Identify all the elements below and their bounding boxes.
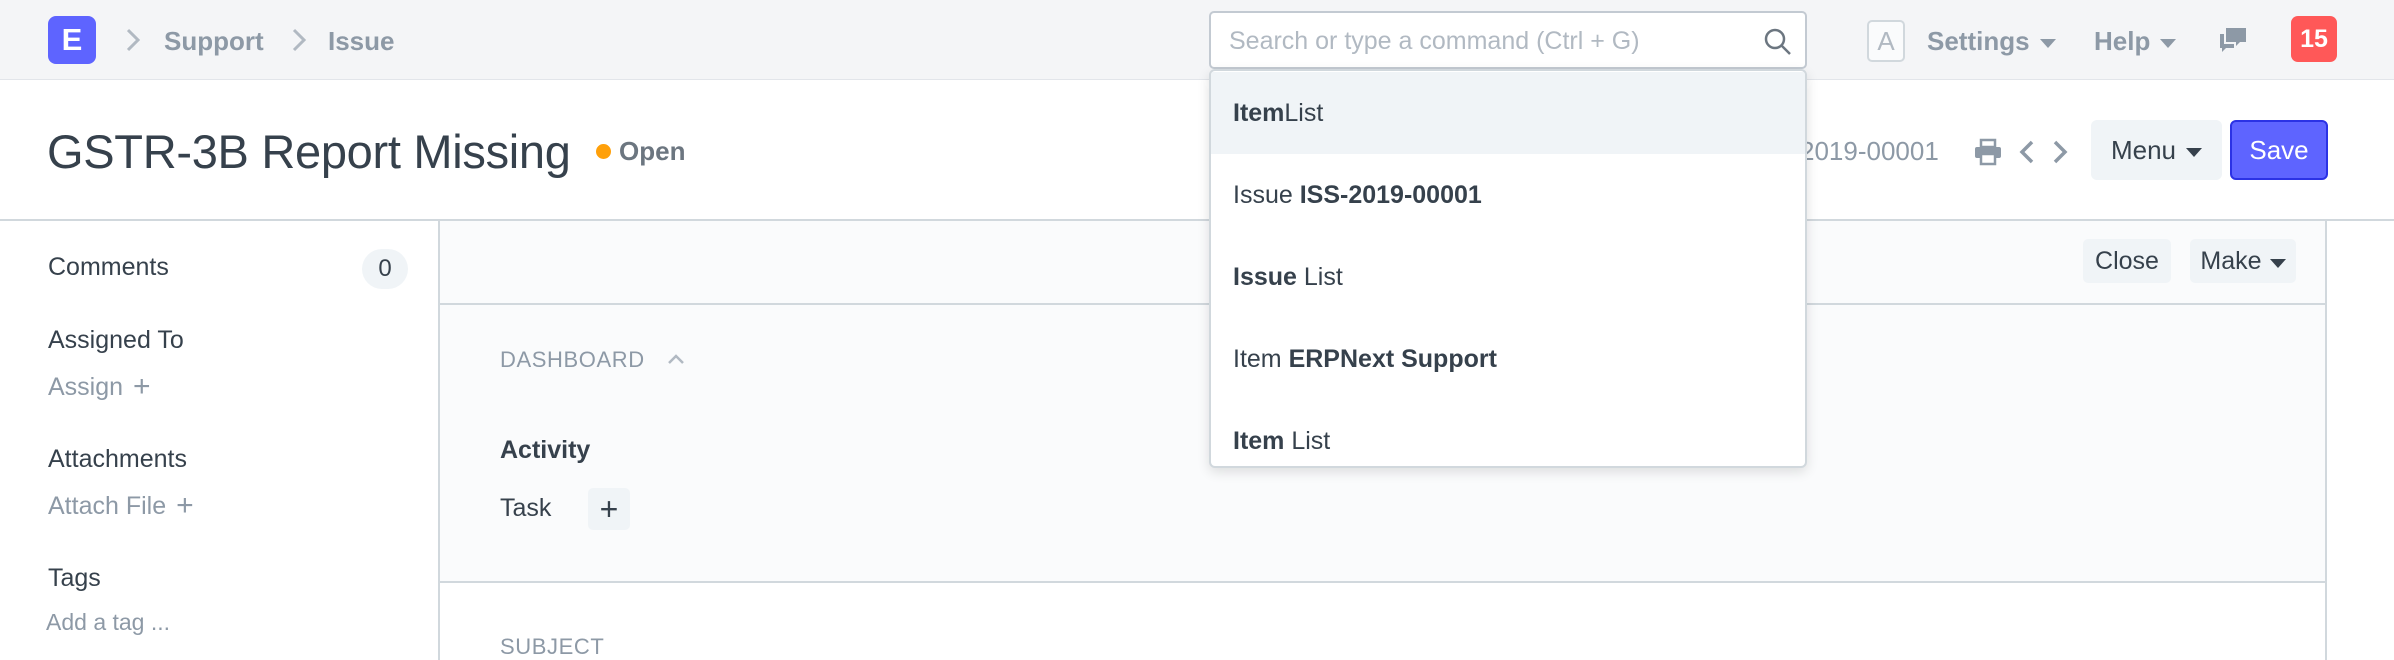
settings-dropdown[interactable]: Settings [1927, 24, 2056, 58]
chevron-left-icon[interactable] [2016, 136, 2038, 168]
chevron-right-icon [122, 26, 144, 54]
menu-label: Menu [2110, 134, 2177, 165]
task-label: Task [500, 494, 552, 522]
attach-file-label: Attach File [48, 492, 167, 520]
assign-link[interactable]: Assign + [48, 372, 151, 402]
print-icon[interactable] [1973, 138, 2003, 166]
save-button[interactable]: Save [2230, 120, 2328, 180]
settings-label: Settings [1927, 26, 2030, 56]
make-button[interactable]: Make [2190, 239, 2296, 283]
page-head: GSTR-3B Report Missing Open 2019-00001 M… [0, 80, 2394, 221]
breadcrumb-issue[interactable]: Issue [328, 26, 395, 56]
tags-heading: Tags [48, 564, 101, 592]
search-result-item[interactable]: Issue List [1211, 236, 1805, 318]
search-icon[interactable] [1763, 27, 1793, 57]
make-label: Make [2200, 246, 2262, 275]
result-bold-text: Issue [1233, 262, 1297, 291]
search-results-dropdown: Item List Issue ISS-2019-00001 Issue Lis… [1209, 69, 1807, 468]
caret-down-icon [2039, 38, 2056, 48]
chat-icon[interactable] [2216, 24, 2250, 56]
search-result-item[interactable]: Item List [1211, 400, 1805, 466]
dashboard-heading[interactable]: DASHBOARD [500, 346, 645, 374]
search-result-item[interactable]: Item ERPNext Support [1211, 318, 1805, 400]
result-text: List [1284, 426, 1331, 455]
app-logo[interactable]: E [48, 16, 96, 64]
caret-down-icon [2160, 38, 2177, 48]
help-dropdown[interactable]: Help [2094, 24, 2177, 58]
caret-down-icon [2186, 147, 2203, 157]
breadcrumb-support[interactable]: Support [164, 26, 264, 56]
menu-button[interactable]: Menu [2091, 120, 2222, 180]
document-name: 2019-00001 [1800, 136, 1939, 166]
result-bold-text: Item [1233, 426, 1285, 455]
page-title: GSTR-3B Report Missing [47, 125, 571, 178]
navbar: E Support Issue A Settings Help 15 [0, 0, 2394, 80]
status-indicator-dot [596, 144, 611, 159]
search-result-item[interactable]: Issue ISS-2019-00001 [1211, 154, 1805, 236]
add-tag-link[interactable]: Add a tag ... [46, 607, 170, 637]
close-button[interactable]: Close [2083, 239, 2171, 283]
result-bold-text: ISS-2019-00001 [1299, 180, 1482, 209]
status-badge: Open [619, 136, 686, 166]
assigned-to-heading: Assigned To [48, 326, 184, 354]
notification-badge[interactable]: 15 [2291, 16, 2337, 62]
result-text: Issue [1233, 180, 1300, 209]
caret-down-icon [2269, 258, 2286, 268]
plus-icon: + [176, 489, 194, 522]
plus-icon: + [133, 370, 151, 403]
add-task-button[interactable]: + [588, 488, 630, 530]
search-bar [1209, 11, 1807, 69]
result-text: Item [1233, 344, 1289, 373]
activity-heading: Activity [500, 436, 591, 464]
comments-count-badge: 0 [362, 249, 408, 289]
chevron-up-icon[interactable] [665, 351, 687, 367]
user-avatar[interactable]: A [1867, 20, 1905, 62]
help-label: Help [2094, 26, 2151, 56]
attach-file-link[interactable]: Attach File + [48, 491, 194, 521]
search-input[interactable] [1229, 23, 1749, 59]
result-text: List [1284, 98, 1324, 127]
assign-label: Assign [48, 373, 124, 401]
result-text: List [1296, 262, 1343, 291]
search-result-item[interactable]: Item List [1211, 72, 1805, 154]
chevron-right-icon[interactable] [2049, 136, 2071, 168]
comments-label: Comments [48, 253, 169, 281]
subject-heading: SUBJECT [500, 634, 605, 659]
chevron-right-icon [288, 26, 310, 54]
result-bold-text: Item [1233, 98, 1285, 127]
result-bold-text: ERPNext Support [1288, 344, 1497, 373]
attachments-heading: Attachments [48, 445, 187, 473]
